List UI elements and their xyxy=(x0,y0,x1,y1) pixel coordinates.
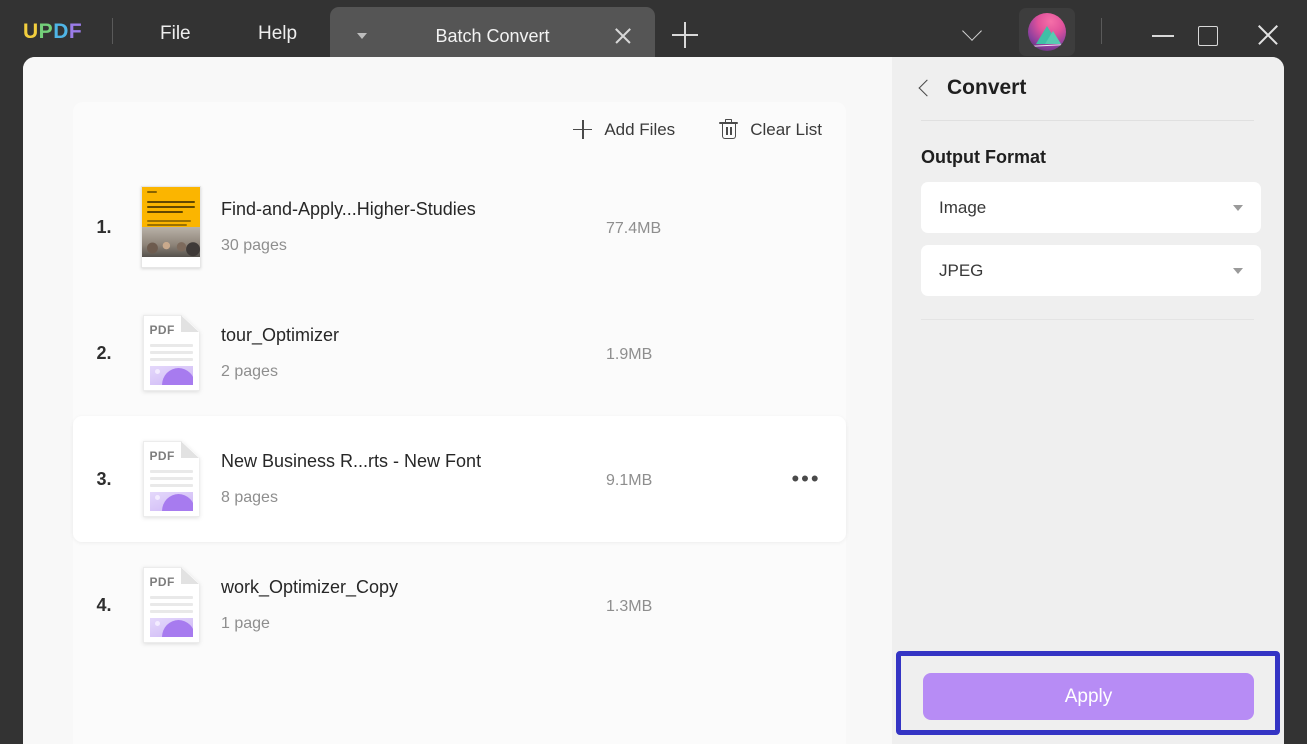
plus-icon[interactable] xyxy=(672,22,698,48)
file-list-toolbar: Add Files Clear List xyxy=(571,115,824,144)
file-rows: 1. Find-and-Apply...Higher-Studies xyxy=(73,164,846,668)
chevron-down-icon[interactable] xyxy=(962,24,986,38)
add-files-button[interactable]: Add Files xyxy=(571,116,677,144)
minimize-icon[interactable] xyxy=(1148,20,1178,50)
file-size: 9.1MB xyxy=(606,468,766,490)
pdf-file-icon: PDF xyxy=(143,315,200,391)
file-pages: 30 pages xyxy=(221,237,728,255)
row-index: 2. xyxy=(73,343,135,364)
window-controls-divider xyxy=(1101,18,1102,44)
close-icon[interactable] xyxy=(1253,20,1283,50)
logo-letter-p: P xyxy=(39,20,54,44)
document-cover-thumbnail xyxy=(141,186,201,268)
row-more-button[interactable]: ••• xyxy=(766,474,846,484)
convert-panel: Convert Output Format Image JPEG Apply xyxy=(892,57,1284,744)
file-thumbnail: PDF xyxy=(135,307,207,399)
trash-icon xyxy=(719,119,738,140)
file-list-pane: Add Files Clear List 1. xyxy=(23,57,892,744)
chevron-down-icon xyxy=(1233,205,1243,211)
panel-divider xyxy=(921,120,1254,121)
chevron-down-icon[interactable] xyxy=(357,33,367,39)
content-canvas: Add Files Clear List 1. xyxy=(23,57,1284,744)
tab-title: Batch Convert xyxy=(330,26,655,47)
table-row[interactable]: 2. PDF tour_Optimizer 2 pages xyxy=(73,290,846,416)
panel-divider-2 xyxy=(921,319,1254,320)
app-window: U P D F File Help Batch Convert xyxy=(0,0,1307,744)
page-title: Convert xyxy=(947,76,1026,100)
row-index: 4. xyxy=(73,595,135,616)
file-size: 77.4MB xyxy=(606,216,766,238)
avatar-image xyxy=(1028,13,1066,51)
file-thumbnail: PDF xyxy=(135,433,207,525)
clear-list-button[interactable]: Clear List xyxy=(717,115,824,144)
pdf-file-icon: PDF xyxy=(143,441,200,517)
avatar-outline xyxy=(1032,24,1062,47)
output-format-type-select[interactable]: Image xyxy=(921,182,1261,233)
table-row[interactable]: 3. PDF New Business R...rts - New Font xyxy=(73,416,846,542)
file-list-card: Add Files Clear List 1. xyxy=(73,102,846,744)
row-index: 3. xyxy=(73,469,135,490)
file-pages: 1 page xyxy=(221,615,728,633)
output-format-label: Output Format xyxy=(921,147,1046,168)
row-index: 1. xyxy=(73,217,135,238)
file-pages: 2 pages xyxy=(221,363,728,381)
updf-logo: U P D F xyxy=(23,20,82,44)
logo-letter-f: F xyxy=(69,20,82,44)
pdf-file-icon: PDF xyxy=(143,567,200,643)
logo-letter-d: D xyxy=(53,20,69,44)
panel-header: Convert xyxy=(892,57,1284,119)
file-pages: 8 pages xyxy=(221,489,728,507)
output-format-ext-select[interactable]: JPEG xyxy=(921,245,1261,296)
table-row[interactable]: 1. Find-and-Apply...Higher-Studies xyxy=(73,164,846,290)
back-icon[interactable] xyxy=(912,75,938,101)
plus-icon xyxy=(573,120,592,139)
close-icon[interactable] xyxy=(611,24,635,48)
add-files-label: Add Files xyxy=(604,120,675,140)
chevron-down-icon xyxy=(1233,268,1243,274)
output-format-ext-value: JPEG xyxy=(939,261,983,281)
menu-file[interactable]: File xyxy=(150,18,201,50)
avatar[interactable] xyxy=(1019,8,1075,56)
table-row[interactable]: 4. PDF work_Optimizer_Copy 1 page xyxy=(73,542,846,668)
maximize-icon[interactable] xyxy=(1193,20,1223,50)
clear-list-label: Clear List xyxy=(750,120,822,140)
file-size: 1.3MB xyxy=(606,594,766,616)
apply-button[interactable]: Apply xyxy=(923,673,1254,720)
file-thumbnail xyxy=(135,181,207,273)
logo-letter-u: U xyxy=(23,20,39,44)
menu-help[interactable]: Help xyxy=(248,18,307,50)
logo-divider xyxy=(112,18,113,44)
file-thumbnail: PDF xyxy=(135,559,207,651)
file-size: 1.9MB xyxy=(606,342,766,364)
output-format-type-value: Image xyxy=(939,198,986,218)
